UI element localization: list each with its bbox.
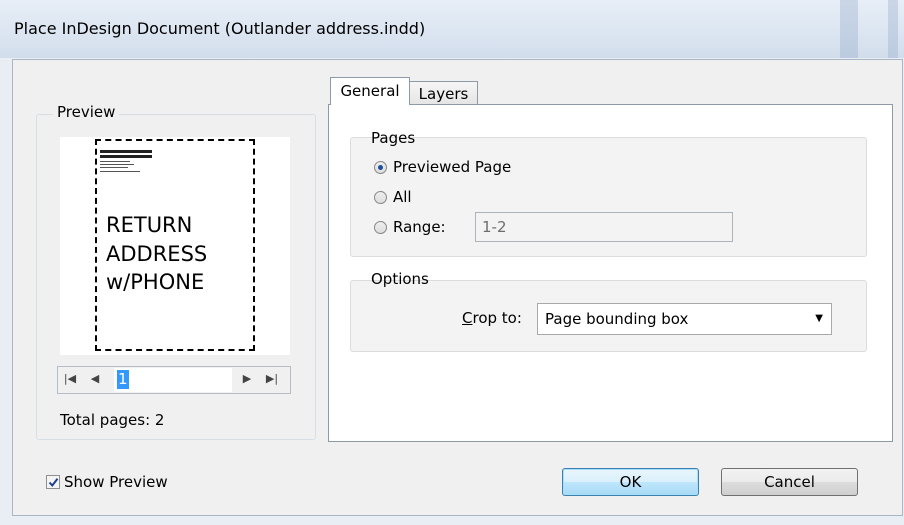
all-label[interactable]: All [393, 188, 412, 206]
preview-thumbnail-line [100, 164, 134, 165]
total-pages-label: Total pages: 2 [60, 411, 165, 429]
preview-thumbnail-line [100, 150, 152, 153]
range-label[interactable]: Range: [393, 218, 446, 236]
tab-general[interactable]: General [330, 77, 410, 105]
options-group-label: Options [371, 270, 429, 288]
checkmark-icon [48, 478, 59, 488]
radio-previewed-page[interactable] [374, 161, 387, 174]
crop-to-label: Crop to: [462, 309, 522, 327]
radio-range[interactable] [374, 221, 387, 234]
title-bar-decoration [840, 0, 858, 58]
radio-all[interactable] [374, 191, 387, 204]
show-preview-checkbox[interactable] [46, 475, 60, 489]
last-page-icon[interactable]: ▶| [264, 371, 280, 387]
next-page-icon[interactable]: ▶ [240, 371, 254, 387]
previewed-page-label[interactable]: Previewed Page [393, 158, 511, 176]
previous-page-icon[interactable]: ◀ [88, 371, 102, 387]
cancel-button[interactable]: Cancel [721, 468, 858, 496]
crop-to-label-text: rop to: [472, 309, 522, 327]
range-input[interactable]: 1-2 [475, 212, 733, 242]
preview-thumbnail-line [100, 155, 152, 158]
crop-to-accelerator: C [462, 309, 473, 327]
title-bar-decoration [888, 0, 898, 58]
first-page-icon[interactable]: |◀ [63, 371, 77, 387]
chevron-down-icon: ▼ [815, 313, 823, 324]
preview-thumbnail-line [100, 161, 130, 162]
preview-group-label: Preview [53, 103, 120, 121]
crop-to-select[interactable]: Page bounding box ▼ [537, 303, 832, 335]
show-preview-label[interactable]: Show Preview [64, 473, 168, 491]
page-number-field[interactable] [114, 368, 232, 392]
pages-group-label: Pages [371, 129, 416, 147]
ok-button[interactable]: OK [562, 468, 699, 496]
page-number-value[interactable]: 1 [117, 370, 129, 389]
tab-layers[interactable]: Layers [409, 81, 478, 105]
preview-thumbnail-line [100, 171, 140, 172]
window-title: Place InDesign Document (Outlander addre… [14, 19, 426, 38]
preview-thumbnail-line [100, 167, 128, 168]
window-title-bar: Place InDesign Document (Outlander addre… [0, 0, 904, 58]
crop-to-value: Page bounding box [545, 310, 689, 328]
preview-page-text: RETURN ADDRESS w/PHONE [106, 213, 208, 294]
